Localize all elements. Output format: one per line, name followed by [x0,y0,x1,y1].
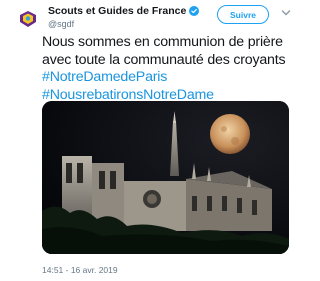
tweet-text: Nous sommes en communion de prière avec … [42,34,292,104]
tweet-photo[interactable] [42,101,289,254]
tweet-timestamp[interactable]: 14:51 - 16 avr. 2019 [42,265,118,275]
tweet-text-line: avec toute la communauté des croyants [42,51,286,68]
follow-button[interactable]: Suivre [217,5,269,24]
tweet-text-line: Nous sommes en communion de prière [42,34,283,50]
author-handle[interactable]: @sgdf [48,19,74,29]
verified-badge-icon [189,6,200,16]
sgdf-logo-icon [15,6,41,32]
hashtag-link[interactable]: #NotreDamedeParis [42,69,292,87]
avatar[interactable] [15,6,41,32]
chevron-down-icon[interactable] [281,9,291,17]
tweet: Scouts et Guides de France @sgdf Suivre … [0,0,300,281]
author-display-name[interactable]: Scouts et Guides de France [48,5,186,17]
photo-notre-dame-night-icon [42,101,289,254]
author-name[interactable]: Scouts et Guides de France [48,5,200,17]
